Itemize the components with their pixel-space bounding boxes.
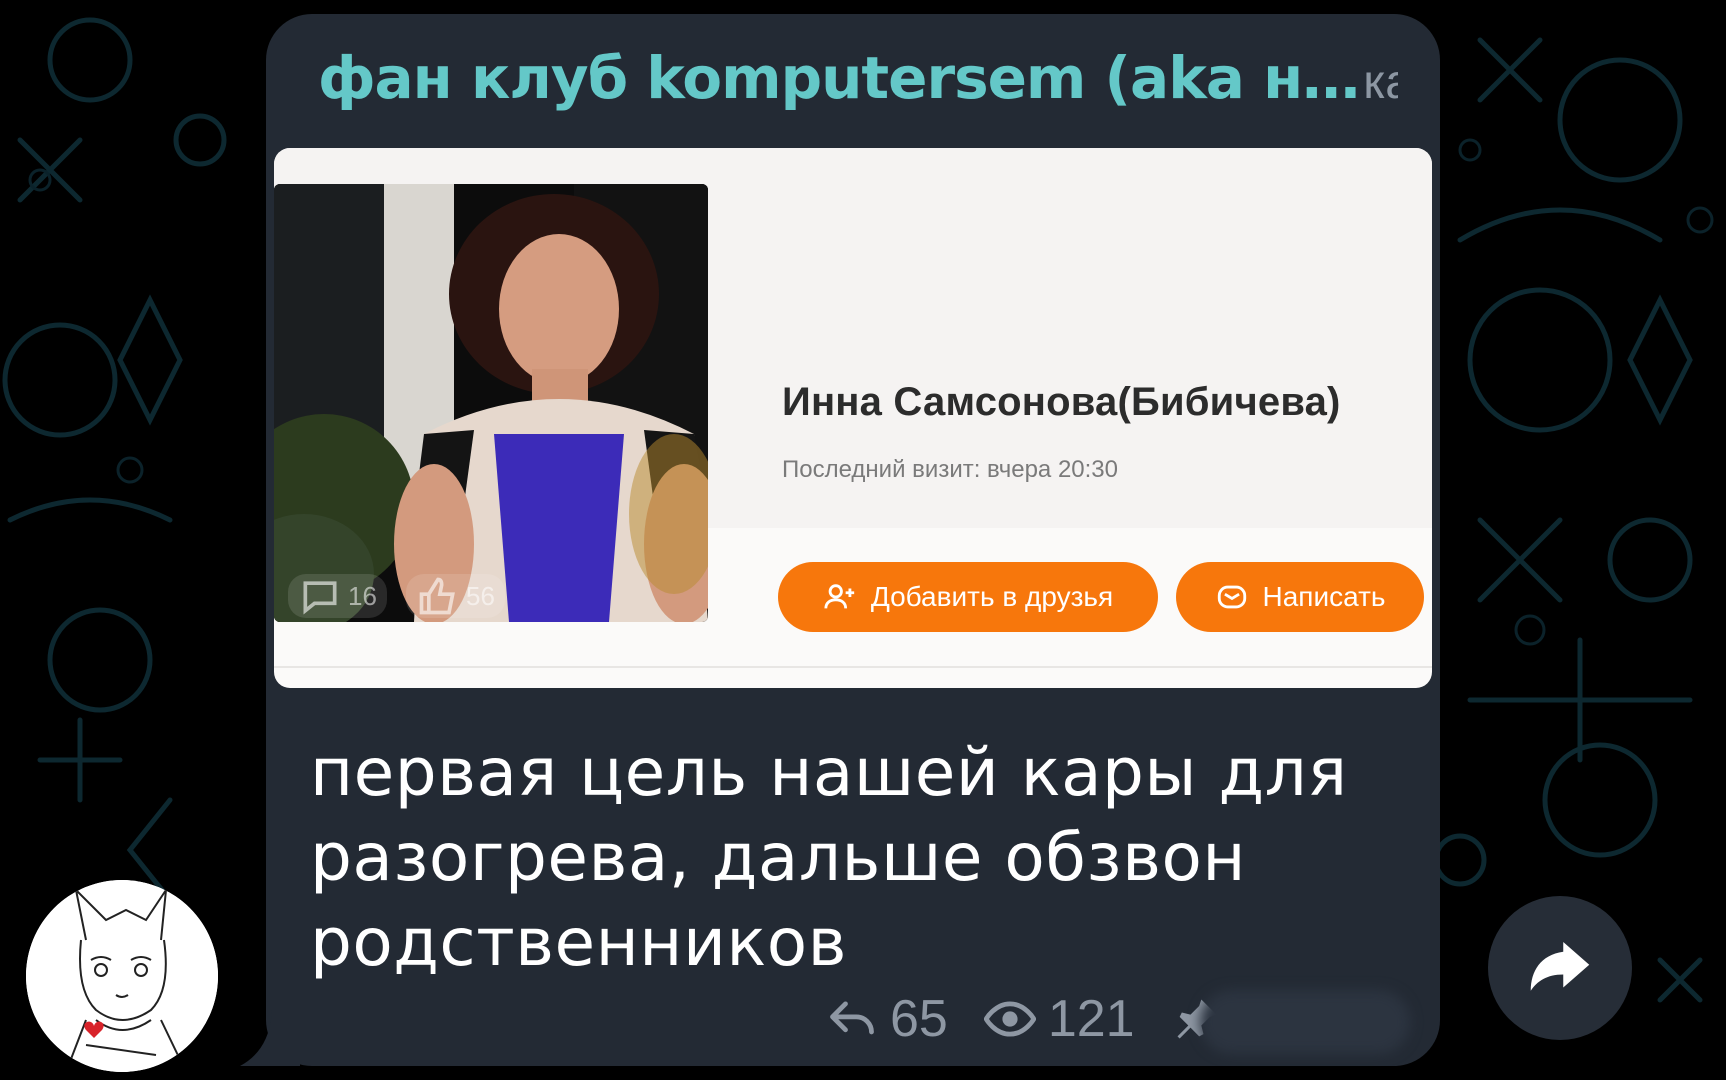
bubble-tail (240, 1010, 300, 1066)
add-friend-button[interactable]: Добавить в друзья (778, 562, 1158, 632)
envelope-icon (1217, 585, 1246, 609)
photo-comments-count: 16 (288, 574, 387, 618)
add-friend-label: Добавить в друзья (870, 581, 1114, 612)
message-line: разогрева, дальше обзвон (310, 819, 1247, 896)
last-visit-status: Последний визит: вчера 20:30 (782, 456, 1118, 483)
blurred-timestamp (1200, 990, 1410, 1054)
post-meta: 65 121 (826, 984, 1259, 1054)
share-arrow-icon (1530, 942, 1590, 991)
share-button[interactable] (1488, 896, 1632, 1040)
reply-icon (830, 1001, 874, 1035)
channel-avatar[interactable] (26, 880, 218, 1072)
channel-name[interactable]: фан клуб komputersem (aka н… (318, 44, 1360, 112)
replies-count: 65 (890, 990, 948, 1048)
eye-icon (983, 1001, 1036, 1037)
profile-divider (274, 666, 1432, 668)
thumbs-up-icon (419, 577, 455, 615)
photo-likes-count: 56 (406, 574, 505, 618)
message-line: первая цель нашей кары для (310, 734, 1348, 811)
channel-type-label: канал (1363, 56, 1398, 109)
write-message-button[interactable]: Написать (1176, 562, 1424, 632)
add-user-icon (824, 584, 854, 609)
views-counter: 121 (983, 989, 1135, 1049)
write-label: Написать (1262, 581, 1386, 612)
profile-name: Инна Самсонова(Бибичева) (782, 380, 1341, 424)
comment-icon (303, 581, 337, 615)
replies-counter[interactable]: 65 (826, 989, 948, 1049)
profile-photo: 16 56 (274, 184, 708, 622)
embedded-profile-screenshot[interactable]: 16 56 Инна Самсонова(Бибичева) Последний… (274, 148, 1432, 688)
post-header[interactable]: фан клуб komputersem (aka н… канал (318, 44, 1398, 124)
message-line: родственников (310, 904, 847, 981)
views-count: 121 (1047, 990, 1135, 1048)
message-text: первая цель нашей кары для разогрева, да… (310, 730, 1370, 985)
